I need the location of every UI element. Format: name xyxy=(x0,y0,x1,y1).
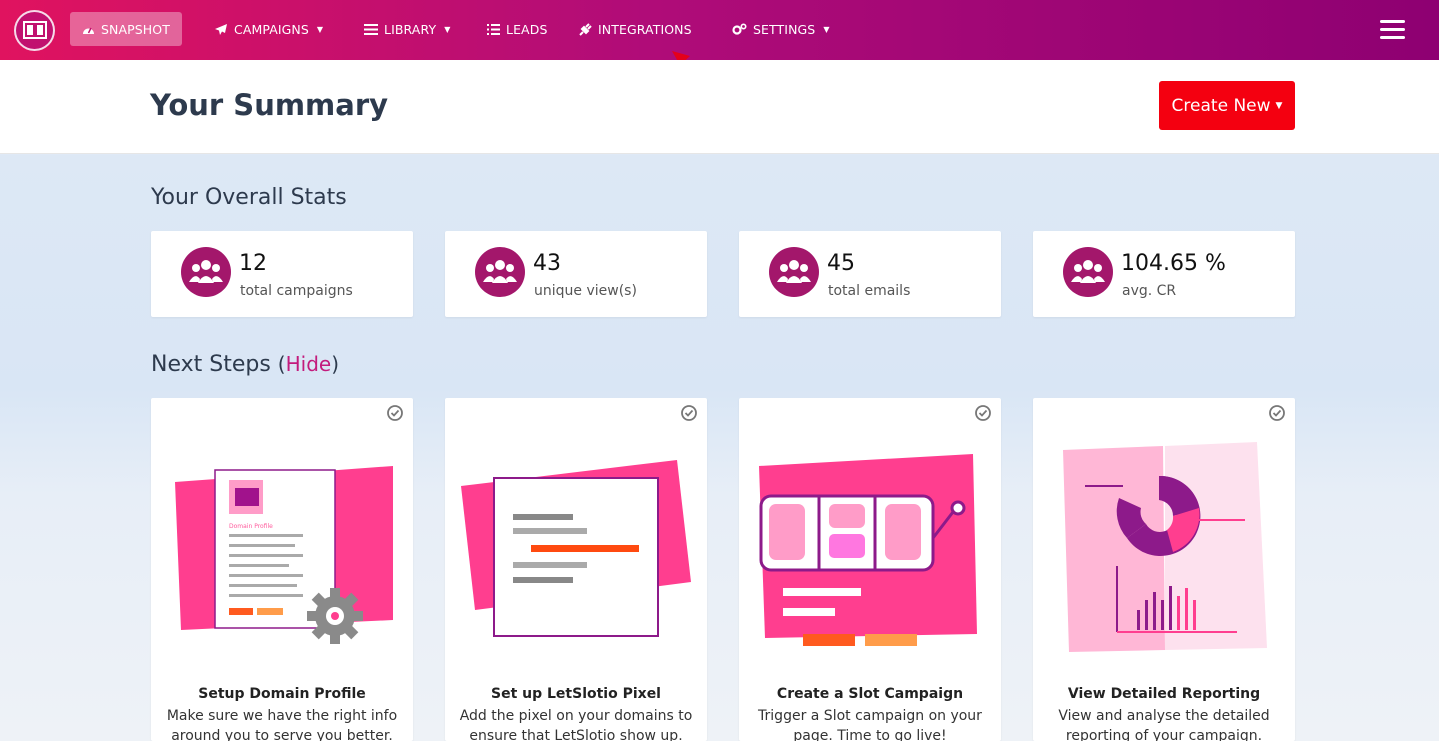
chevron-down-icon: ▼ xyxy=(1275,100,1283,111)
logo-icon xyxy=(23,21,47,39)
check-circle-icon[interactable] xyxy=(680,404,698,422)
stat-card-emails: 45 total emails xyxy=(739,231,1001,317)
users-icon xyxy=(769,247,819,297)
stat-value: 12 xyxy=(239,251,267,276)
stat-card-cr: 104.65 % avg. CR xyxy=(1033,231,1295,317)
stat-label: avg. CR xyxy=(1122,283,1177,299)
chevron-down-icon: ▼ xyxy=(316,24,324,34)
chevron-down-icon: ▼ xyxy=(823,24,830,34)
hide-link[interactable]: Hide xyxy=(286,352,332,376)
create-new-button[interactable]: Create New ▼ xyxy=(1159,81,1295,130)
users-icon xyxy=(475,247,525,297)
chevron-down-icon: ▼ xyxy=(444,24,451,34)
stat-value: 104.65 % xyxy=(1121,251,1226,276)
stat-card-views: 43 unique view(s) xyxy=(445,231,707,317)
nav-snapshot[interactable]: SNAPSHOT xyxy=(70,12,182,46)
stat-card-campaigns: 12 total campaigns xyxy=(151,231,413,317)
summary-header: Your Summary Create New ▼ xyxy=(0,60,1439,154)
paper-plane-icon xyxy=(215,23,227,35)
nav-campaigns[interactable]: CAMPAIGNS ▼ xyxy=(212,12,325,46)
nav-leads[interactable]: LEADS xyxy=(485,12,549,46)
nav-leads-label: LEADS xyxy=(506,21,548,37)
page-title: Your Summary xyxy=(150,88,389,122)
stat-value: 45 xyxy=(827,251,855,276)
step-title: View Detailed Reporting xyxy=(1067,686,1261,702)
nav-library-label: LIBRARY xyxy=(384,21,437,37)
nav-settings-label: SETTINGS xyxy=(753,21,816,37)
gear-icon xyxy=(307,588,363,644)
step-description: View and analyse the detailed reporting … xyxy=(1058,708,1270,741)
users-icon xyxy=(1063,247,1113,297)
nav-library[interactable]: LIBRARY ▼ xyxy=(362,12,452,46)
stat-label: total campaigns xyxy=(240,283,353,299)
app-logo[interactable] xyxy=(14,10,55,51)
step-card-slot-campaign[interactable]: Create a Slot Campaign Trigger a Slot ca… xyxy=(739,398,1001,741)
stat-label: total emails xyxy=(828,283,911,299)
domain-profile-illustration: Domain Profile xyxy=(175,466,393,644)
cogs-icon xyxy=(732,23,747,35)
library-icon xyxy=(364,23,378,35)
step-description: Trigger a Slot campaign on your page. Ti… xyxy=(758,708,982,741)
next-steps-title-text: Next Steps xyxy=(151,352,271,377)
step-description: Add the pixel on your domains to ensure … xyxy=(459,708,693,741)
nav-campaigns-label: CAMPAIGNS xyxy=(234,21,309,37)
doc-label: Domain Profile xyxy=(229,523,273,530)
check-circle-icon[interactable] xyxy=(386,404,404,422)
next-steps-title: Next Steps (Hide) xyxy=(151,352,340,377)
slot-machine-illustration xyxy=(759,454,977,646)
nav-integrations-label: INTEGRATIONS xyxy=(598,21,692,37)
stats-title: Your Overall Stats xyxy=(151,185,347,210)
nav-settings[interactable]: SETTINGS ▼ xyxy=(730,12,832,46)
check-circle-icon[interactable] xyxy=(974,404,992,422)
step-card-pixel[interactable]: Set up LetSlotio Pixel Add the pixel on … xyxy=(445,398,707,741)
step-title: Create a Slot Campaign xyxy=(776,686,964,702)
step-card-reporting[interactable]: View Detailed Reporting View and analyse… xyxy=(1033,398,1295,741)
plug-icon xyxy=(579,22,592,36)
step-card-domain-profile[interactable]: Domain Profile Setup Domain Profile Make… xyxy=(151,398,413,741)
list-icon xyxy=(487,23,500,35)
nav-snapshot-label: SNAPSHOT xyxy=(101,21,170,37)
create-new-label: Create New xyxy=(1171,95,1271,116)
pixel-illustration xyxy=(461,460,691,637)
reporting-illustration xyxy=(1063,442,1267,652)
stat-label: unique view(s) xyxy=(534,283,637,299)
dashboard-icon xyxy=(83,27,94,34)
step-title: Setup Domain Profile xyxy=(198,686,366,702)
step-description: Make sure we have the right info around … xyxy=(166,708,398,741)
hamburger-menu-icon[interactable] xyxy=(1380,20,1405,40)
nav-integrations[interactable]: INTEGRATIONS xyxy=(576,12,694,46)
check-circle-icon[interactable] xyxy=(1268,404,1286,422)
users-icon xyxy=(181,247,231,297)
step-title: Set up LetSlotio Pixel xyxy=(491,686,661,702)
stat-value: 43 xyxy=(533,251,561,276)
